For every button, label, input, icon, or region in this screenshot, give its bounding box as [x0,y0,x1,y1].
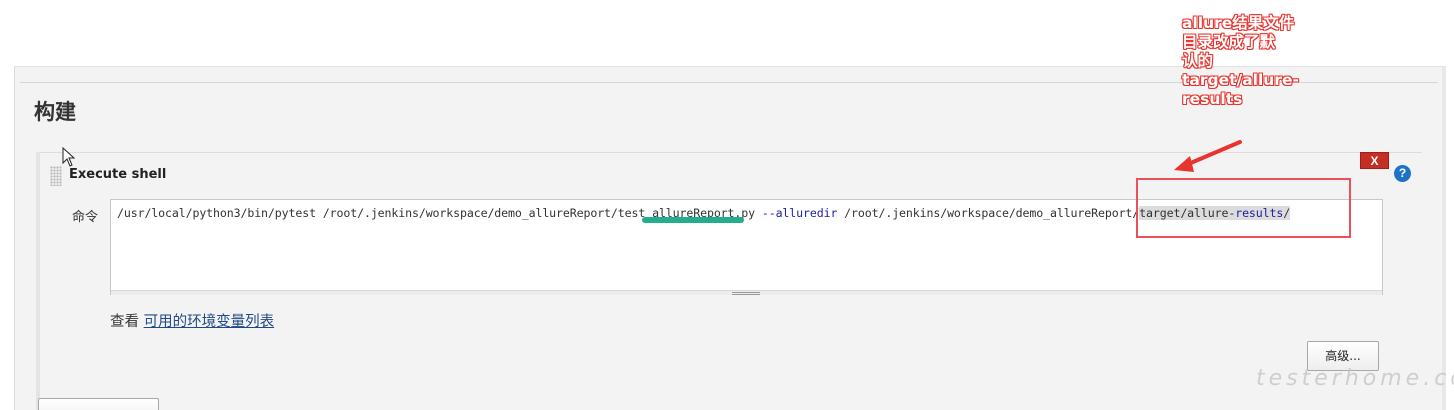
watermark: testerhome.com [1256,366,1454,391]
env-vars-prefix: 查看 [110,314,144,330]
page-scrollbar[interactable] [1442,66,1446,410]
jenkins-config-page: 构建 Execute shell X ? 命令 /usr/local/pytho… [0,0,1454,410]
env-vars-line: 查看 可用的环境变量列表 [110,310,274,331]
env-vars-link[interactable]: 可用的环境变量列表 [144,314,275,330]
delete-step-button[interactable]: X [1360,152,1389,169]
resize-grip-icon[interactable] [732,292,760,295]
help-icon[interactable]: ? [1394,165,1411,182]
drag-handle-icon[interactable] [50,166,62,186]
command-label: 命令 [72,210,99,225]
section-title: 构建 [34,100,76,124]
annotation-arrow-icon [1174,140,1242,172]
annotation-text: allure结果文件 目录改成了默 认的 target/allure- resu… [1182,14,1299,109]
build-step-title: Execute shell [69,167,167,182]
add-build-step-button[interactable] [38,398,159,410]
annotation-line-2: 目录改成了默 [1182,33,1276,51]
redaction-mark [642,217,744,223]
annotation-line-3: 认的 [1182,52,1214,70]
annotation-line-1: allure结果文件 [1182,14,1295,32]
command-part-2: /root/.jenkins/workspace/demo_allureRepo… [837,206,1140,220]
annotation-highlight-box [1136,178,1351,238]
annotation-line-4: target/allure- [1182,71,1299,89]
build-step-side-bar [36,152,40,410]
mouse-cursor-icon [62,147,76,167]
command-flag: --alluredir [761,206,838,220]
annotation-line-5: results [1182,90,1243,108]
